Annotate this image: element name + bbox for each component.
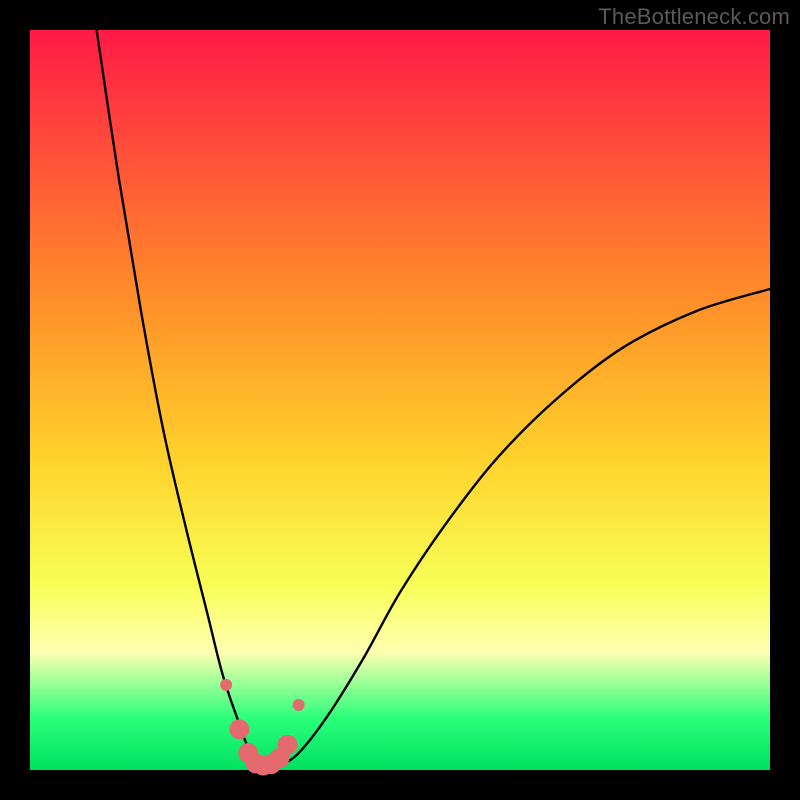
outer-frame: TheBottleneck.com — [0, 0, 800, 800]
marker-group — [220, 679, 305, 776]
marker-dot — [220, 679, 232, 691]
marker-dot — [278, 735, 298, 755]
plot-area — [30, 30, 770, 770]
marker-dot — [229, 719, 249, 739]
marker-dot — [293, 699, 305, 711]
watermark-text: TheBottleneck.com — [598, 4, 790, 30]
bottleneck-curve-path — [97, 30, 770, 767]
chart-svg — [30, 30, 770, 770]
